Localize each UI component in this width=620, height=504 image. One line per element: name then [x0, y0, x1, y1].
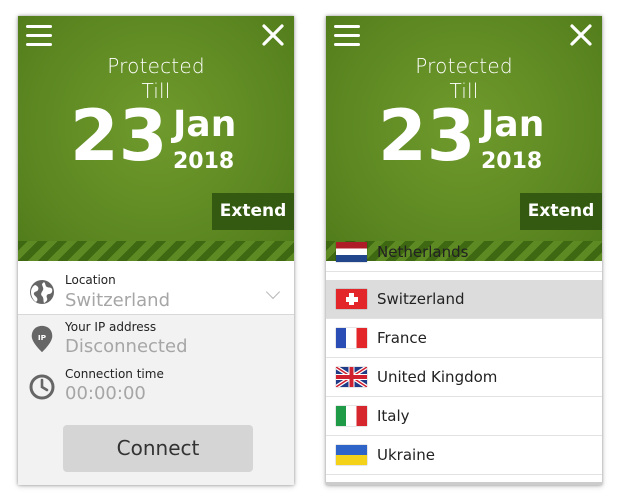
ip-pin-icon: IP [31, 325, 53, 353]
location-label: Location [65, 273, 116, 287]
clock-icon [29, 374, 55, 400]
hamburger-menu-icon[interactable] [26, 25, 52, 49]
country-name: Netherlands [377, 243, 469, 261]
protection-banner: Protected Till 23 Jan 2018 Extend [18, 16, 294, 261]
globe-icon [30, 280, 54, 304]
country-item-france[interactable]: France [326, 319, 602, 358]
extend-button[interactable]: Extend [520, 193, 602, 230]
expiry-day: 23 [378, 95, 476, 177]
extend-button[interactable]: Extend [212, 193, 294, 230]
vpn-main-panel: Protected Till 23 Jan 2018 Extend Locati… [18, 16, 294, 485]
close-icon[interactable] [568, 22, 594, 48]
protection-banner: Protected Till 23 Jan 2018 Extend [326, 16, 602, 261]
country-name: France [377, 329, 427, 347]
switzerland-flag-icon [336, 289, 367, 309]
netherlands-flag-icon [336, 242, 367, 262]
hamburger-menu-icon[interactable] [334, 25, 360, 49]
country-item-netherlands[interactable]: Netherlands [326, 233, 602, 272]
time-label: Connection time [65, 367, 164, 381]
ip-label: Your IP address [65, 320, 157, 334]
protected-label: Protected [107, 54, 205, 78]
connection-time-row: Connection time 00:00:00 [18, 363, 294, 411]
ip-value: Disconnected [65, 336, 188, 357]
expiry-year: 2018 [481, 149, 543, 174]
country-item-united-kingdom[interactable]: United Kingdom [326, 358, 602, 397]
country-name: Italy [377, 407, 410, 425]
expiry-month: Jan [481, 104, 545, 145]
protected-label: Protected [415, 54, 513, 78]
country-item-ukraine[interactable]: Ukraine [326, 436, 602, 475]
country-list[interactable]: Netherlands Switzerland France United Ki… [326, 242, 602, 485]
france-flag-icon [336, 328, 367, 348]
country-item-italy[interactable]: Italy [326, 397, 602, 436]
expiry-year: 2018 [173, 149, 235, 174]
united-kingdom-flag-icon [336, 367, 367, 387]
expiry-day: 23 [70, 95, 168, 177]
list-bottom-edge [326, 482, 602, 485]
ip-address-row: IP Your IP address Disconnected [18, 315, 294, 363]
country-item-switzerland[interactable]: Switzerland [326, 280, 602, 319]
svg-text:IP: IP [38, 333, 47, 342]
location-value: Switzerland [65, 290, 170, 311]
vpn-country-panel: Protected Till 23 Jan 2018 Extend Nether… [326, 16, 602, 485]
striped-divider [18, 241, 294, 261]
country-name: United Kingdom [377, 368, 498, 386]
time-value: 00:00:00 [65, 383, 146, 404]
expiry-month: Jan [173, 104, 237, 145]
close-icon[interactable] [260, 22, 286, 48]
country-name: Switzerland [377, 290, 465, 308]
connect-button[interactable]: Connect [63, 425, 253, 472]
chevron-down-icon [265, 284, 281, 300]
location-selector[interactable]: Location Switzerland [18, 261, 294, 315]
ukraine-flag-icon [336, 445, 367, 465]
country-name: Ukraine [377, 446, 435, 464]
italy-flag-icon [336, 406, 367, 426]
